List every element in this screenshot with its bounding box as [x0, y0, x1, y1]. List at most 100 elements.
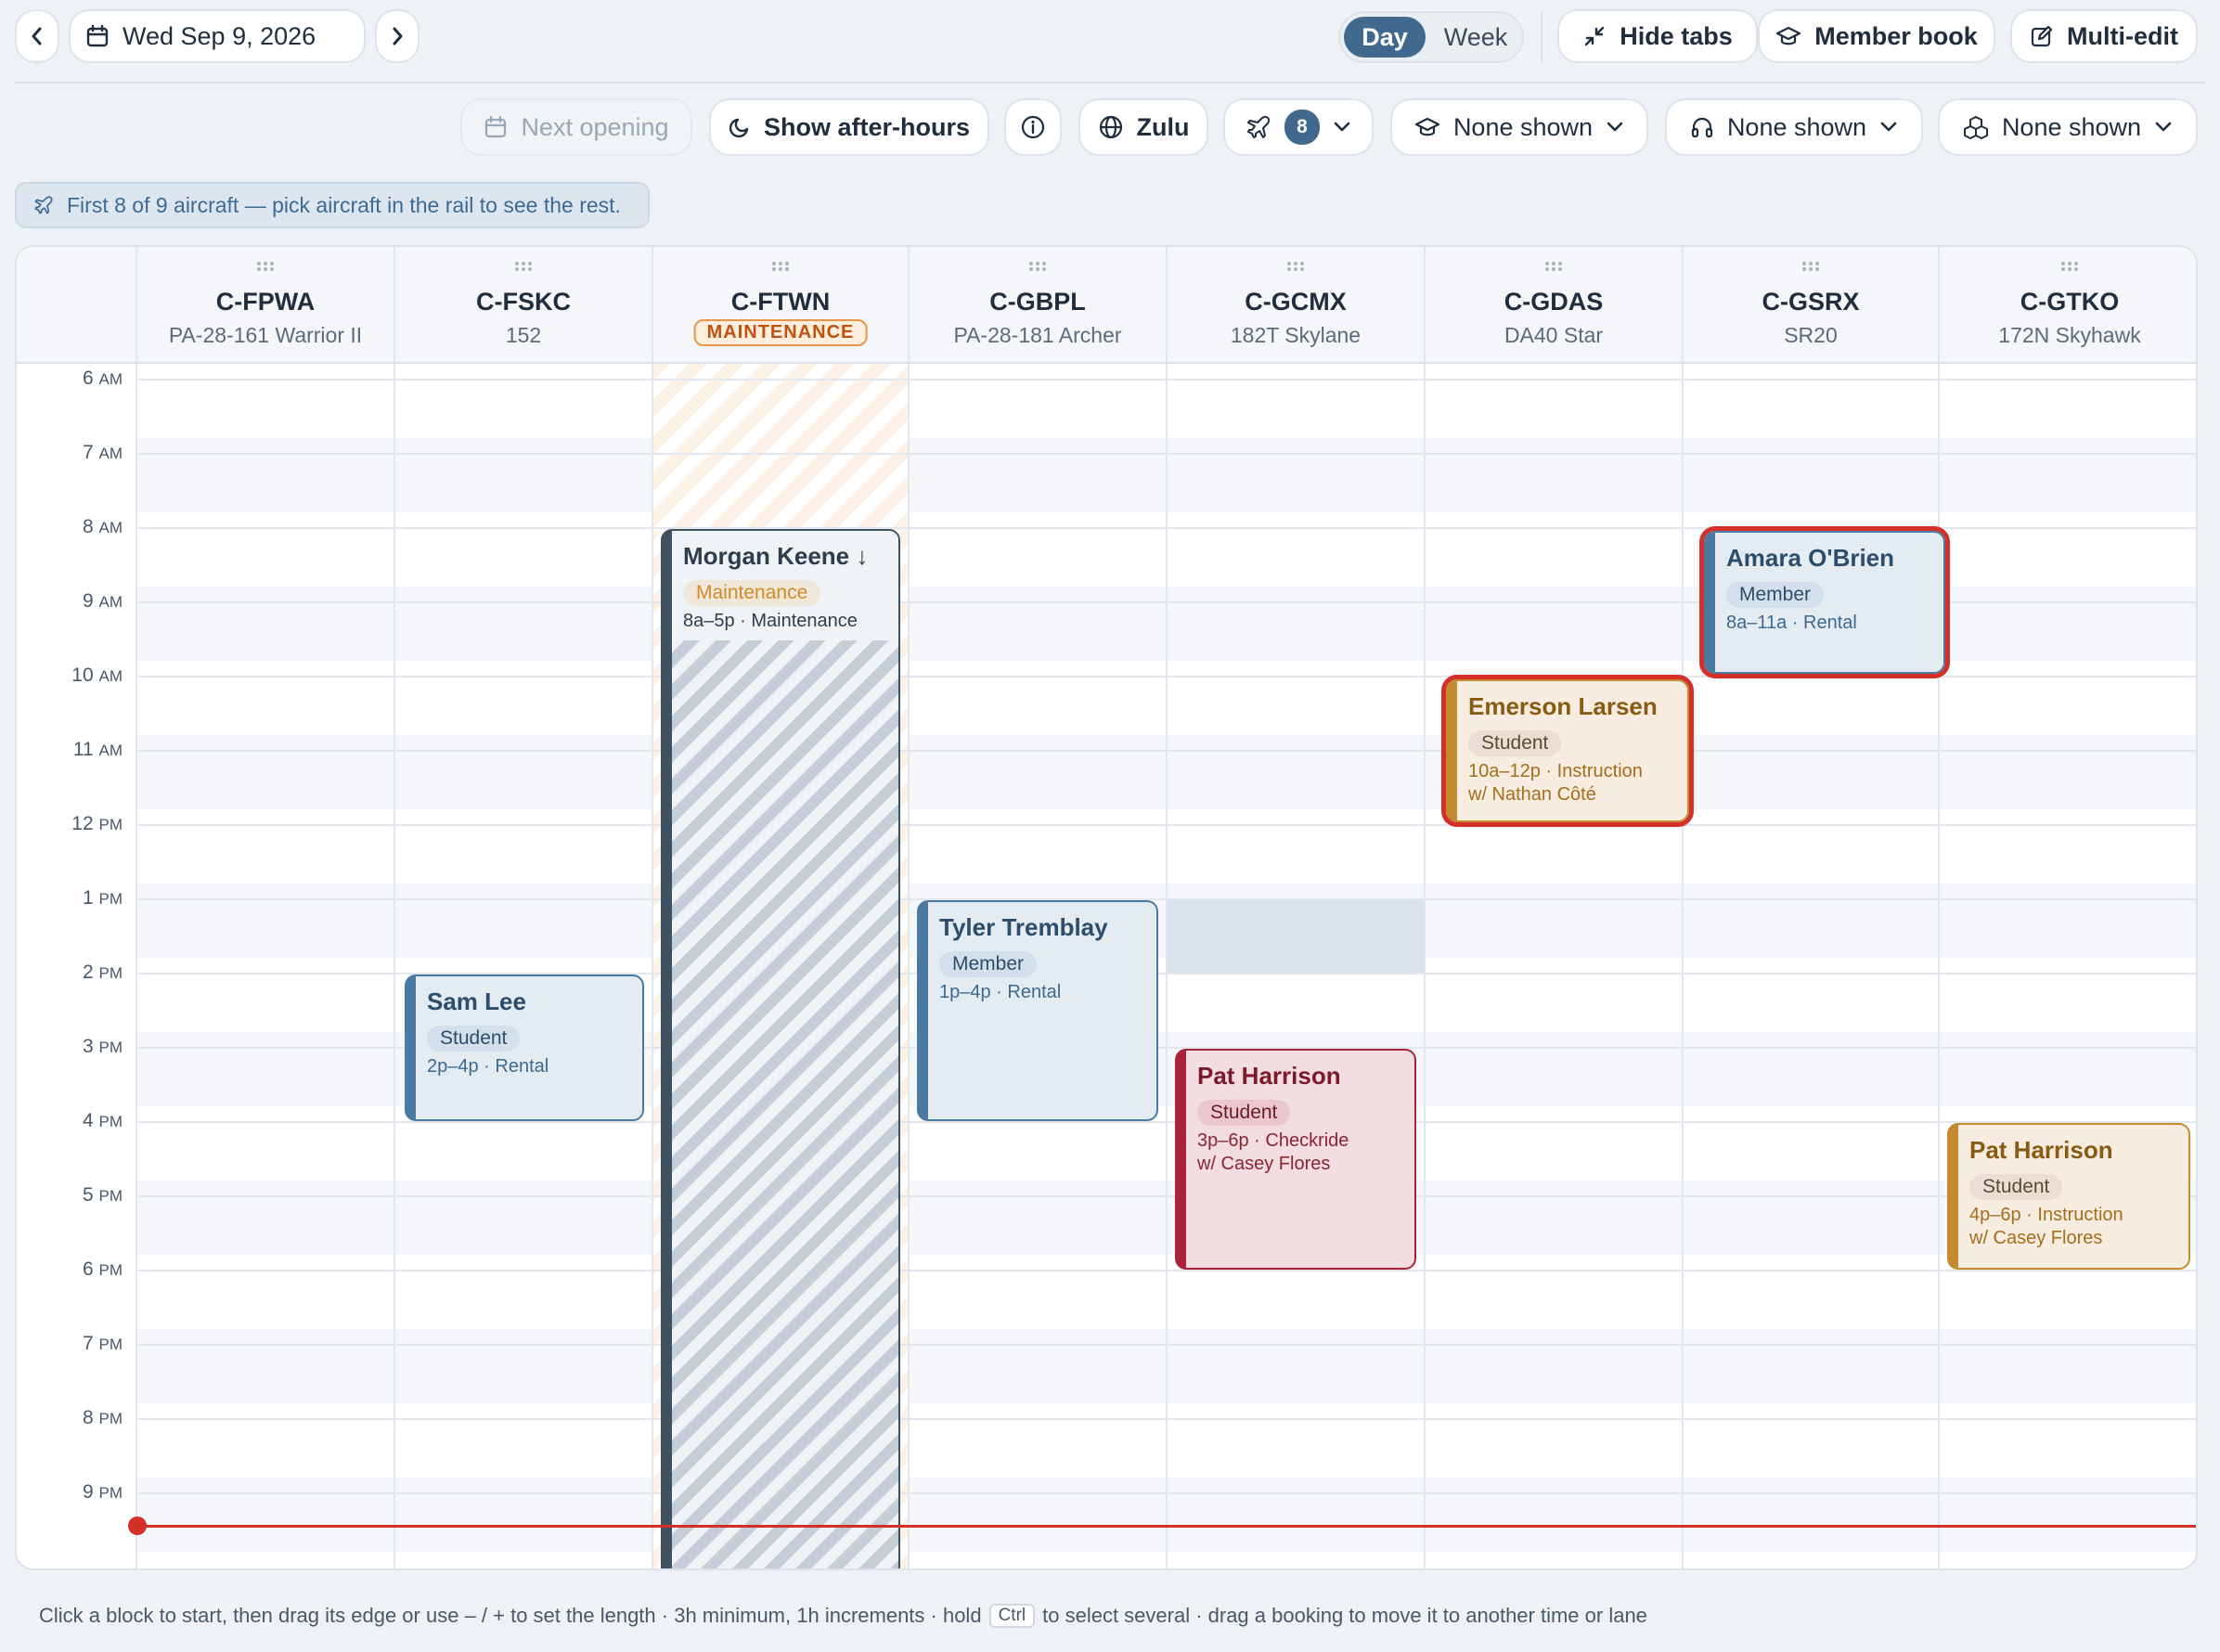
hide-tabs-button[interactable]: Hide tabs [1557, 9, 1758, 63]
schedule-grid: C-FPWA PA-28-161 Warrior II C-FSKC 152 C… [15, 245, 2198, 1570]
booking-detail: 2p–4p · Rental [427, 1056, 549, 1077]
view-day-button[interactable]: Day [1344, 17, 1426, 58]
time-label: 1 PM [82, 887, 123, 909]
time-label: 4 PM [82, 1110, 123, 1131]
time-label: 3 PM [82, 1036, 123, 1057]
aircraft-model: SR20 [1784, 323, 1838, 347]
member-book-label: Member book [1814, 21, 1978, 50]
airplane-icon [34, 196, 53, 214]
booking-detail: 3p–6p · Checkride [1197, 1130, 1349, 1151]
next-opening-button[interactable]: Next opening [460, 98, 692, 156]
booking-block[interactable]: Sam Lee Student 2p–4p · Rental [405, 974, 644, 1121]
graduation-cap-icon [1414, 117, 1440, 136]
booking-detail: 1p–4p · Rental [939, 982, 1062, 1002]
time-label: 6 AM [82, 368, 123, 389]
booking-detail: 8a–11a · Rental [1726, 613, 1857, 633]
aircraft-column-header[interactable]: C-GDAS DA40 Star [1424, 247, 1682, 362]
booking-name: Tyler Tremblay [939, 913, 1108, 941]
graduation-cap-icon [1776, 26, 1801, 45]
aircraft-column-header[interactable]: C-FSKC 152 [394, 247, 652, 362]
column-line [908, 364, 910, 1568]
drag-handle-icon[interactable] [2059, 260, 2081, 273]
multi-edit-button[interactable]: Multi-edit [2010, 9, 2198, 63]
booking-block[interactable]: Tyler Tremblay Member 1p–4p · Rental [917, 900, 1158, 1121]
drag-handle-icon[interactable] [1800, 260, 1822, 273]
current-time-dot [128, 1516, 147, 1535]
time-label: 10 AM [71, 665, 123, 686]
time-label: 7 AM [82, 442, 123, 463]
chevron-left-icon [32, 27, 42, 45]
aircraft-column-header[interactable]: C-FPWA PA-28-161 Warrior II [136, 247, 394, 362]
moon-icon [729, 118, 749, 138]
booking-name: Amara O'Brien [1726, 544, 1895, 572]
time-label: 5 PM [82, 1184, 123, 1206]
drag-handle-icon[interactable] [1026, 260, 1049, 273]
hide-tabs-label: Hide tabs [1620, 21, 1733, 50]
prev-day-button[interactable] [15, 9, 59, 63]
multi-edit-label: Multi-edit [2067, 21, 2178, 50]
current-time-line [136, 1525, 2196, 1528]
aircraft-column-header[interactable]: C-GSRX SR20 [1682, 247, 1938, 362]
after-hours-button[interactable]: Show after-hours [709, 98, 989, 156]
aircraft-model: 152 [505, 323, 542, 347]
view-week-button[interactable]: Week [1433, 17, 1518, 58]
chevron-down-icon [1334, 122, 1350, 132]
booking-block[interactable]: Amara O'Brien Member 8a–11a · Rental [1699, 526, 1950, 678]
booking-detail: 8a–5p · Maintenance [683, 611, 858, 631]
booking-block[interactable]: Pat Harrison Student 3p–6p · Checkride w… [1175, 1049, 1416, 1270]
aircraft-model: PA-28-181 Archer [953, 323, 1122, 347]
column-line [136, 364, 137, 1568]
booking-instructor: w/ Casey Flores [1969, 1228, 2103, 1248]
member-book-button[interactable]: Member book [1758, 9, 1995, 63]
drag-handle-icon[interactable] [769, 260, 792, 273]
aircraft-column-header[interactable]: C-GBPL PA-28-181 Archer [908, 247, 1166, 362]
toolbar-separator [15, 82, 2205, 84]
headset-filter-dropdown[interactable]: None shown [1665, 98, 1923, 156]
time-label: 9 AM [82, 590, 123, 612]
time-label: 12 PM [71, 813, 123, 834]
date-picker[interactable]: Wed Sep 9, 2026 [69, 9, 366, 63]
info-button[interactable] [1004, 98, 1062, 156]
aircraft-filter-dropdown[interactable]: 8 [1223, 98, 1374, 156]
aircraft-column-header[interactable]: C-FTWN MAINTENANCE [652, 247, 908, 362]
aircraft-model: PA-28-161 Warrior II [168, 323, 363, 347]
edit-icon [2031, 25, 2053, 47]
booking-block[interactable]: Pat Harrison Student 4p–6p · Instruction… [1947, 1123, 2190, 1270]
view-toggle: Day Week [1338, 11, 1524, 63]
headset-filter-label: None shown [1726, 112, 1867, 141]
drag-handle-icon[interactable] [1284, 260, 1307, 273]
instructor-filter-label: None shown [1452, 112, 1594, 141]
drag-handle-icon[interactable] [1542, 260, 1565, 273]
airplane-icon [1247, 115, 1271, 138]
date-label: Wed Sep 9, 2026 [123, 21, 316, 50]
instructor-filter-dropdown[interactable]: None shown [1390, 98, 1648, 156]
drag-handle-icon[interactable] [254, 260, 277, 273]
column-line [652, 364, 653, 1568]
footer-hint-part1: Click a block to start, then drag its ed… [39, 1604, 982, 1627]
booking-block[interactable]: Emerson Larsen Student 10a–12p · Instruc… [1441, 675, 1694, 827]
next-opening-label: Next opening [521, 112, 669, 141]
time-label: 6 PM [82, 1258, 123, 1280]
resource-filter-label: None shown [2001, 112, 2142, 141]
chevron-down-icon [2155, 122, 2172, 132]
aircraft-column-header[interactable]: C-GTKO 172N Skyhawk [1938, 247, 2196, 362]
aircraft-registration: C-GBPL [989, 288, 1086, 316]
aircraft-limit-notice: First 8 of 9 aircraft — pick aircraft in… [15, 182, 650, 228]
booking-tag: Member [939, 951, 1038, 977]
aircraft-registration: C-GTKO [2020, 288, 2120, 316]
aircraft-model: DA40 Star [1504, 323, 1604, 347]
drag-handle-icon[interactable] [512, 260, 535, 273]
chevron-down-icon [1607, 122, 1623, 132]
booking-detail: 10a–12p · Instruction [1468, 761, 1643, 781]
next-day-button[interactable] [375, 9, 419, 63]
aircraft-column-header[interactable]: C-GCMX 182T Skylane [1166, 247, 1424, 362]
aircraft-header-row: C-FPWA PA-28-161 Warrior II C-FSKC 152 C… [17, 247, 2196, 364]
selected-time-slot[interactable] [1168, 898, 1424, 973]
resource-filter-dropdown[interactable]: None shown [1938, 98, 2198, 156]
notice-text: First 8 of 9 aircraft — pick aircraft in… [67, 192, 621, 217]
aircraft-registration: C-FSKC [476, 288, 571, 316]
timezone-button[interactable]: Zulu [1078, 98, 1208, 156]
collapse-icon [1585, 26, 1605, 46]
booking-block[interactable]: Morgan Keene ↓ Maintenance 8a–5p · Maint… [661, 529, 900, 1568]
column-line [1424, 364, 1426, 1568]
